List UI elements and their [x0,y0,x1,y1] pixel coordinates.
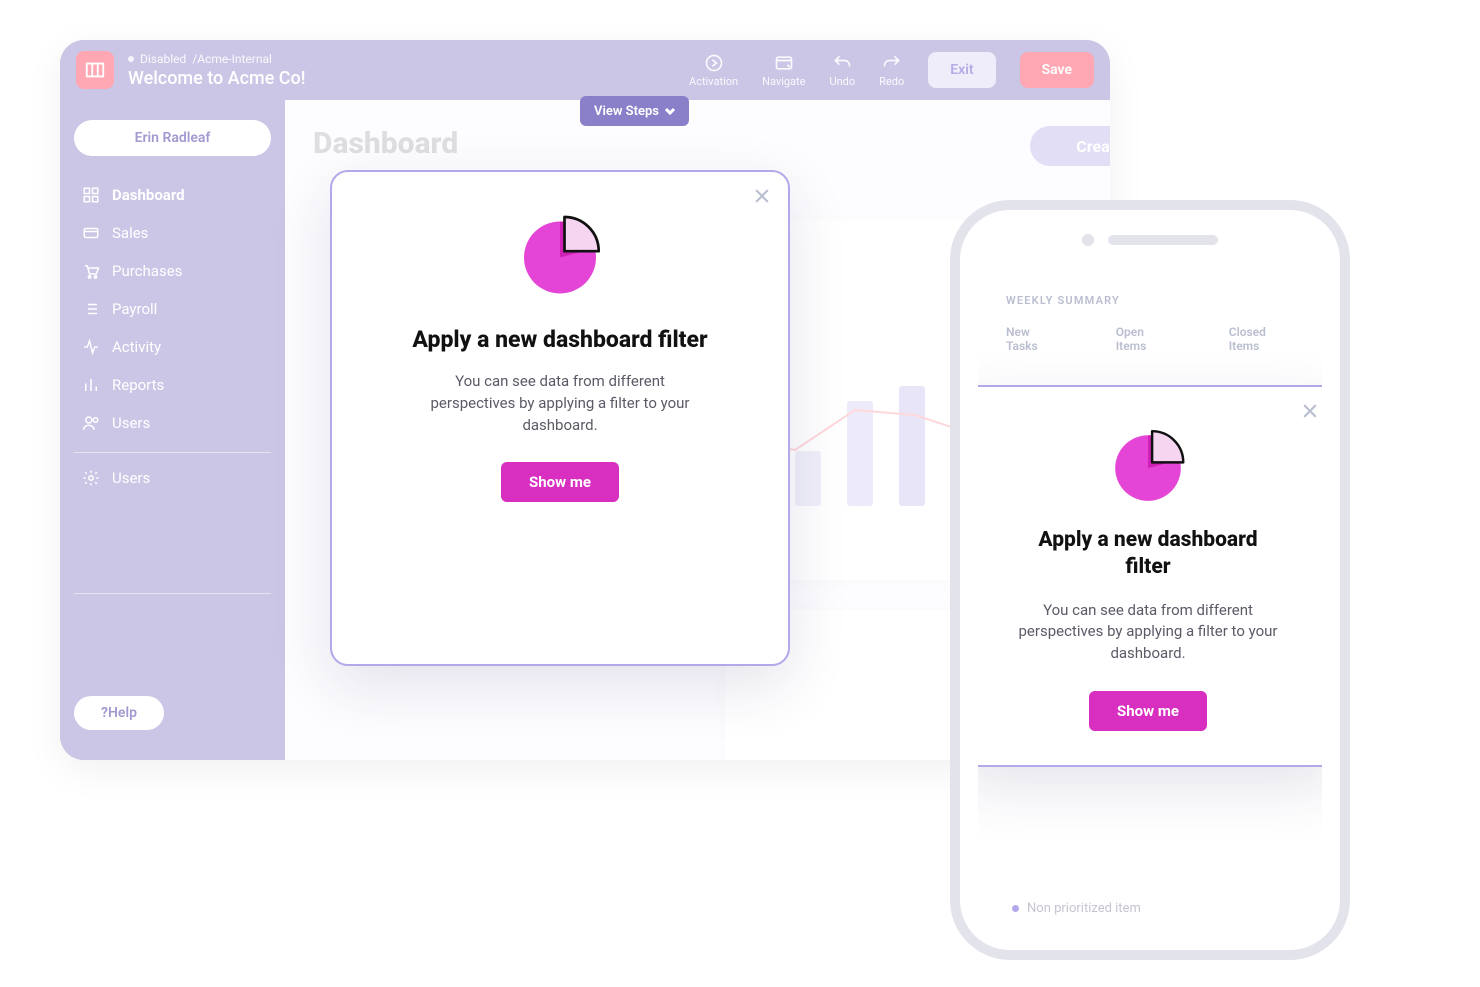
exit-button[interactable]: Exit [928,52,995,88]
user-chip[interactable]: Erin Radleaf [74,120,271,156]
cart-icon [82,262,100,280]
onboarding-modal-mobile: Apply a new dashboard filter You can see… [978,385,1322,767]
undo-button[interactable]: Undo [829,53,855,88]
show-me-button[interactable]: Show me [501,462,619,502]
sidebar-divider [74,452,271,453]
stat-open-items: Open Items [1116,325,1173,353]
close-button[interactable] [752,186,772,210]
modal-body: You can see data from different perspect… [1008,600,1288,665]
phone-section-title: WEEKLY SUMMARY [978,230,1322,307]
sidebar-item-label: Sales [112,224,148,242]
status-label: Disabled [140,52,186,66]
modal-body: You can see data from different perspect… [420,371,700,436]
sidebar-item-label: Dashboard [112,186,185,204]
redo-button[interactable]: Redo [879,53,904,88]
help-button[interactable]: Help [74,696,164,730]
pulse-icon [82,338,100,356]
sidebar-item-label: Activity [112,338,161,356]
pie-icon [515,208,605,298]
sidebar-item-payroll[interactable]: Payroll [74,290,271,328]
grid-icon [82,186,100,204]
card-icon [82,224,100,242]
modal-title: Apply a new dashboard filter [1033,527,1263,582]
users-icon [82,414,100,432]
list-icon [82,300,100,318]
page-header-title: Welcome to Acme Co! [128,68,306,89]
navigate-button[interactable]: Navigate [762,53,805,88]
phone-stats: New Tasks Open Items Closed Items [978,307,1322,353]
non-prioritized-item: Non prioritized item [1012,901,1141,916]
app-logo [76,51,114,89]
onboarding-modal: Apply a new dashboard filter You can see… [330,170,790,666]
sidebar-item-label: Reports [112,376,164,394]
topbar: Disabled /Acme-Internal Welcome to Acme … [60,40,1110,100]
sidebar-item-dashboard[interactable]: Dashboard [74,176,271,214]
close-icon [752,186,772,206]
gear-icon [82,469,100,487]
sidebar-nav: Dashboard Sales Purchases Payroll [74,176,271,442]
breadcrumb-path: /Acme-Internal [192,52,272,66]
sidebar-item-activity[interactable]: Activity [74,328,271,366]
sidebar-item-label: Users [112,414,150,432]
sidebar-item-purchases[interactable]: Purchases [74,252,271,290]
close-icon [1300,401,1320,421]
sidebar-divider [74,593,271,594]
stat-new-tasks: New Tasks [1006,325,1060,353]
close-button[interactable] [1300,401,1320,425]
pie-icon [1107,423,1189,505]
bars-icon [82,376,100,394]
modal-title: Apply a new dashboard filter [362,326,758,353]
activation-button[interactable]: Activation [689,53,738,88]
save-button[interactable]: Save [1020,52,1094,88]
phone-mock: WEEKLY SUMMARY New Tasks Open Items Clos… [950,200,1350,960]
page-title: Dashboard [313,126,1082,161]
sidebar-item-users-settings[interactable]: Users [74,459,271,497]
sidebar-item-reports[interactable]: Reports [74,366,271,404]
chevron-down-icon [665,106,675,116]
sidebar-item-sales[interactable]: Sales [74,214,271,252]
breadcrumb: Disabled /Acme-Internal [128,52,306,66]
sidebar-item-label: Purchases [112,262,182,280]
show-me-button[interactable]: Show me [1089,691,1207,731]
create-button[interactable]: Create [1030,126,1110,166]
sidebar-item-label: Payroll [112,300,157,318]
stat-closed-items: Closed Items [1229,325,1294,353]
sidebar-item-users[interactable]: Users [74,404,271,442]
sidebar-item-label: Users [112,469,150,487]
view-steps-button[interactable]: View Steps [580,96,689,126]
sidebar: Erin Radleaf Dashboard Sales Purchases [60,100,285,760]
